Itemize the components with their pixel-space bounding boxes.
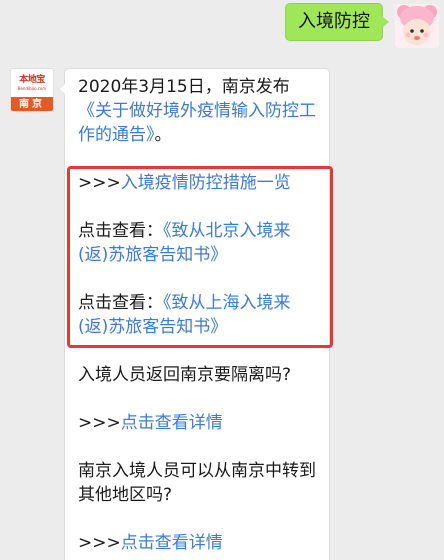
- intro-prefix: 2020年3月15日，南京发布: [78, 77, 290, 97]
- notice1-paragraph: 点击查看：《致从北京入境来(返)苏旅客告知书》: [78, 219, 316, 267]
- notice2-paragraph: 点击查看：《致从上海入境来(返)苏旅客告知书》: [78, 291, 316, 339]
- outgoing-message-text: 入境防控: [298, 11, 370, 32]
- logo-top: 本地宝 Bendibao.com: [11, 69, 53, 97]
- q1-question: 入境人员返回南京要隔离吗?: [78, 365, 292, 385]
- q2-details-link[interactable]: 点击查看详情: [121, 533, 223, 553]
- chat-window: 入境防控 本地宝 Bendibao.com 南京 2020年3月15日，南京发布…: [0, 0, 444, 560]
- measures-link[interactable]: 入境疫情防控措施一览: [121, 173, 291, 193]
- notice1-label: 点击查看：: [78, 221, 163, 241]
- q1-arrow: >>>: [78, 413, 121, 433]
- intro-suffix: 。: [154, 125, 172, 145]
- intro-paragraph: 2020年3月15日，南京发布《关于做好境外疫情输入防控工作的通告》。: [78, 75, 316, 147]
- q2-question: 南京入境人员可以从南京中转到其他地区吗?: [78, 461, 316, 505]
- bendibao-logo-icon[interactable]: 本地宝 Bendibao.com 南京: [10, 68, 54, 112]
- notice2-label: 点击查看：: [78, 293, 163, 313]
- logo-sub: Bendibao.com: [17, 86, 47, 91]
- q1-details-link[interactable]: 点击查看详情: [121, 413, 223, 433]
- logo-name: 本地宝: [19, 75, 45, 85]
- measures-arrow: >>>: [78, 173, 121, 193]
- incoming-message: 2020年3月15日，南京发布《关于做好境外疫情输入防控工作的通告》。 >>>入…: [58, 68, 330, 560]
- q2-answer-line: >>>点击查看详情: [78, 531, 316, 555]
- measures-line: >>>入境疫情防控措施一览: [78, 171, 316, 195]
- q1-answer-line: >>>点击查看详情: [78, 411, 316, 435]
- user-avatar-icon[interactable]: [395, 4, 439, 48]
- logo-city: 南京: [11, 97, 53, 111]
- announcement-link[interactable]: 《关于做好境外疫情输入防控工作的通告》: [78, 101, 316, 145]
- outgoing-message[interactable]: 入境防控: [285, 3, 389, 41]
- q2-arrow: >>>: [78, 533, 121, 553]
